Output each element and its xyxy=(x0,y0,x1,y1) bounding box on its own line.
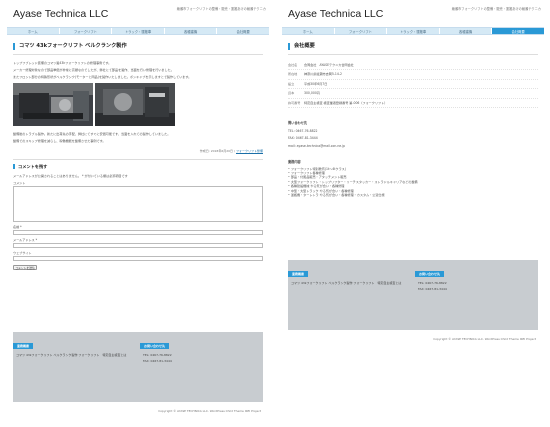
nav-item-company[interactable]: 会社概要 xyxy=(217,28,269,34)
category-link[interactable]: フォークリフト整備 xyxy=(236,149,263,153)
table-row: 許可番号 特定自主検査 検査業者登録番号 第-006（フォークリフト） xyxy=(288,99,538,109)
contact-tel: TEL: 0467-76-8822 xyxy=(143,353,172,357)
contact-fax: FAX: 0467-81-3444 xyxy=(418,287,447,292)
recent-posts-list[interactable]: コマツ 43kフォークリフト ベルクランク製作 フォークリフト 特定自主検査とは xyxy=(288,279,411,287)
comment-label: コメント xyxy=(13,181,26,186)
main-nav: ホーム フォークリフト トラック・運搬車 各種建機 会社概要 xyxy=(282,27,544,35)
reply-title: コメントを残す xyxy=(13,164,263,170)
widget-title: お問い合わせ先 xyxy=(140,343,170,349)
copyright: Copyright © AYASE TECHNICA LLC. WordPres… xyxy=(158,409,261,413)
contact-fax: FAX: 0467-81-3444 xyxy=(143,359,172,364)
list-item: 運搬機・ターレトラ やる気が合い・各種修理・カスタム・公道仕様 xyxy=(288,193,538,197)
site-tagline: 綾瀬市フォークリフトの整備・販売・運搬あけの綾瀬テクニカ xyxy=(176,7,266,11)
contact-title: 問い合わせ先 xyxy=(288,121,308,126)
post-date: 作成日: 2018年6月20日 / xyxy=(199,149,236,154)
website-field[interactable] xyxy=(13,256,263,262)
table-row: 会社名 合同会社 AYASEテクニカ合同会社 xyxy=(288,61,538,71)
table-row: 資本 300,000円 xyxy=(288,89,538,99)
recent-posts-list[interactable]: コマツ 43kフォークリフト ベルクランク製作 フォークリフト 特定自主検査とは xyxy=(13,351,136,359)
contact-tel: TEL: 0467-76-8822 xyxy=(418,281,447,285)
page-title: 会社概要 xyxy=(288,43,538,50)
widget-title: 業務概要 xyxy=(13,343,34,349)
widget-recent-posts: 業務概要 コマツ 43kフォークリフト ベルクランク製作 フォークリフト 特定自… xyxy=(13,332,136,402)
nav-item-home[interactable]: ホーム xyxy=(282,28,334,34)
site-tagline: 綾瀬市フォークリフトの整備・販売・運搬あけの綾瀬テクニカ xyxy=(451,7,541,11)
widget-contact: お問い合わせ先 TEL: 0467-76-8822 FAX: 0467-81-3… xyxy=(140,332,263,402)
contact-fax: FAX: 0467-81-3444 xyxy=(288,136,318,141)
main-nav: ホーム フォークリフト トラック・運搬車 各種建機 会社概要 xyxy=(7,27,269,35)
company-page: Ayase Technica LLC 綾瀬市フォークリフトの整備・販売・運搬あけ… xyxy=(282,0,544,427)
nav-item-home[interactable]: ホーム xyxy=(7,28,59,34)
submit-comment-button[interactable]: コメントを送信 xyxy=(13,265,37,271)
footer-widgets: 業務概要 コマツ 43kフォークリフト ベルクランク製作 フォークリフト 特定自… xyxy=(13,332,263,402)
intro-line-2: メーカー修理対象なので部品単価が非常に高額なのでしたが、弊社にて部品を製作、当面… xyxy=(13,68,174,73)
divider xyxy=(13,54,263,55)
widget-contact: お問い合わせ先 TEL: 0467-76-8822 FAX: 0467-81-3… xyxy=(415,260,538,330)
company-content: 会社概要 会社名 合同会社 AYASEテクニカ合同会社 所在地 神奈川県綾瀬市吉岡5… xyxy=(282,35,544,197)
nav-item-forklift[interactable]: フォークリフト xyxy=(335,28,387,34)
contact-mail[interactable]: mail: ayase-technica@mail.ocn.ne.jp xyxy=(288,144,538,148)
site-logo[interactable]: Ayase Technica LLC xyxy=(288,8,383,20)
nav-item-truck[interactable]: トラック・運搬車 xyxy=(387,28,439,34)
nav-item-company[interactable]: 会社概要 xyxy=(492,28,544,34)
nav-item-machinery[interactable]: 各種建機 xyxy=(165,28,217,34)
intro-line-3: またフロント部分の特殊形状がベルクランク(モーターと同品)を製作いたしました。ポ… xyxy=(13,75,192,80)
email-label: メールアドレス * xyxy=(13,238,38,243)
nav-item-machinery[interactable]: 各種建機 xyxy=(440,28,492,34)
table-row: 所在地 神奈川県綾瀬市吉岡5-14-2 xyxy=(288,70,538,80)
reply-note: メールアドレスが公開されることはありません。 * が付いている欄は必須項目です xyxy=(13,174,128,179)
post-meta: 作成日: 2018年6月20日 / フォークリフト整備 xyxy=(13,149,263,153)
site-header: Ayase Technica LLC 綾瀬市フォークリフトの整備・販売・運搬あけ… xyxy=(282,0,544,27)
footer-widgets: 業務概要 コマツ 43kフォークリフト ベルクランク製作 フォークリフト 特定自… xyxy=(288,260,538,330)
website-label: ウェブサイト xyxy=(13,251,32,256)
nav-item-truck[interactable]: トラック・運搬車 xyxy=(112,28,164,34)
company-table: 会社名 合同会社 AYASEテクニカ合同会社 所在地 神奈川県綾瀬市吉岡5-14-2… xyxy=(288,61,538,109)
site-header: Ayase Technica LLC 綾瀬市フォークリフトの整備・販売・運搬あけ… xyxy=(7,0,269,27)
post-title: コマツ 43kフォークリフト ベルクランク製作 xyxy=(13,43,263,50)
comment-textarea[interactable] xyxy=(13,186,263,223)
intro-line-1: トップフブレッド装備のコマツ製43kフォークリフトの修理事例です。 xyxy=(13,61,112,65)
photo-row xyxy=(13,82,263,126)
business-title: 業務内容 xyxy=(288,159,301,164)
widget-title: お問い合わせ先 xyxy=(415,271,445,277)
outro-line-2: 整備でのスキップ修理を減らし、稼働機能を整備させた事例です。 xyxy=(13,138,106,143)
divider xyxy=(288,54,538,55)
forklift-part-photo-1[interactable] xyxy=(13,82,93,126)
comment-form: コメントを残す メールアドレスが公開されることはありません。 * が付いている欄… xyxy=(13,159,263,271)
copyright: Copyright © AYASE TECHNICA LLC. WordPres… xyxy=(433,337,536,341)
widget-title: 業務概要 xyxy=(288,271,309,277)
business-section: 業務内容 フォークリフト特別教育(1t～4tクラス) フォークリフト各種修理 部… xyxy=(288,159,538,198)
contact-tel: TEL: 0467-76-8822 xyxy=(288,129,318,134)
name-field[interactable] xyxy=(13,230,263,236)
forklift-part-photo-2[interactable] xyxy=(95,82,175,126)
contact-section: 問い合わせ先 TEL: 0467-76-8822 FAX: 0467-81-34… xyxy=(288,120,538,149)
email-field[interactable] xyxy=(13,243,263,249)
table-row: 設立 平成30年6月7日 xyxy=(288,80,538,90)
post-content: コマツ 43kフォークリフト ベルクランク製作 トップフブレッド装備のコマツ製4… xyxy=(7,35,269,271)
post-page: Ayase Technica LLC 綾瀬市フォークリフトの整備・販売・運搬あけ… xyxy=(7,0,269,427)
name-label: 名前 * xyxy=(13,225,22,230)
site-logo[interactable]: Ayase Technica LLC xyxy=(13,8,108,20)
nav-item-forklift[interactable]: フォークリフト xyxy=(60,28,112,34)
outro-line-1: 整備後のトラブル製作。新たに出荷先の手配、弊社にてすぐに安価可能です、当面を入れ… xyxy=(13,131,171,136)
widget-recent-posts: 業務概要 コマツ 43kフォークリフト ベルクランク製作 フォークリフト 特定自… xyxy=(288,260,411,330)
